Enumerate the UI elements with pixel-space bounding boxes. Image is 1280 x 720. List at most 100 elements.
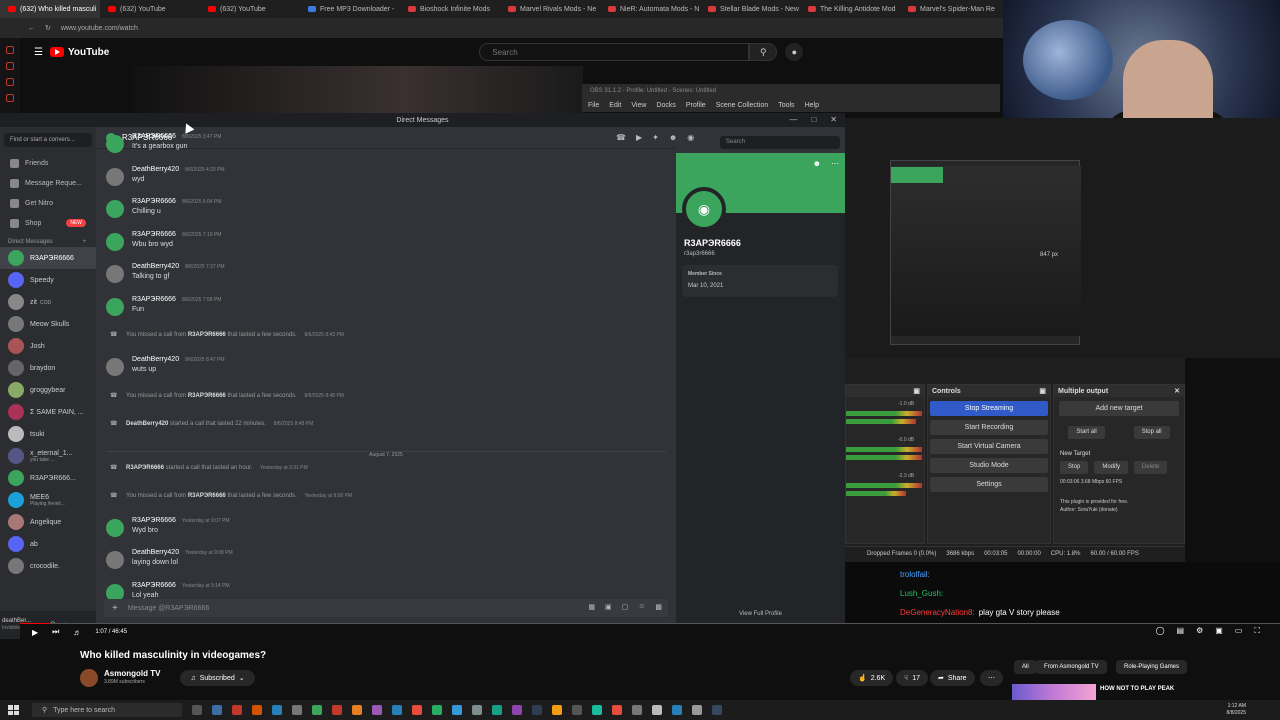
message-author[interactable]: R3APЭR6666 8/6/2025 7:58 PM xyxy=(132,296,221,303)
browser-tab[interactable]: NieR: Automata Mods - N xyxy=(600,0,700,18)
close-icon[interactable]: ✕ xyxy=(1174,387,1180,395)
taskbar-app-icon[interactable] xyxy=(232,705,242,715)
channel-name[interactable]: Asmongold TV xyxy=(104,670,160,678)
add-friends-icon[interactable]: ☻ xyxy=(669,133,677,142)
taskbar-app-icon[interactable] xyxy=(252,705,262,715)
gear-icon[interactable]: ⚙ xyxy=(1196,626,1203,636)
maximize-icon[interactable]: □ xyxy=(811,115,816,124)
gif-icon[interactable]: ▣ xyxy=(605,603,612,611)
dm-item[interactable]: groggybear xyxy=(0,379,96,401)
taskbar-app-icon[interactable] xyxy=(592,705,602,715)
taskbar-app-icon[interactable] xyxy=(372,705,382,715)
search-icon[interactable]: ⚲ xyxy=(749,43,778,61)
url-text[interactable]: www.youtube.com/watch xyxy=(61,25,138,32)
taskbar-app-icon[interactable] xyxy=(512,705,522,715)
studio-mode-button[interactable]: Studio Mode xyxy=(930,458,1048,473)
stop-streaming-button[interactable]: Stop Streaming xyxy=(930,401,1048,416)
address-bar[interactable]: ← ↻ www.youtube.com/watch xyxy=(0,18,1005,38)
browser-tab[interactable]: Marvel's Spider-Man Re xyxy=(900,0,1000,18)
obs-menu-item[interactable]: Tools xyxy=(778,102,794,109)
menu-icon[interactable]: ☰ xyxy=(34,47,43,58)
browser-tab[interactable]: (632) YouTube xyxy=(200,0,300,18)
taskbar-app-icon[interactable] xyxy=(352,705,362,715)
like-button[interactable]: ☝ 2.6K xyxy=(850,670,894,686)
dock-icon[interactable]: ▣ xyxy=(1039,387,1046,395)
avatar[interactable] xyxy=(106,135,124,153)
message-author[interactable]: DeathBerry420 8/6/2025 4:20 PM xyxy=(132,166,225,173)
dm-item[interactable]: tsuki xyxy=(0,423,96,445)
taskbar-app-icon[interactable] xyxy=(612,705,622,715)
more-actions-button[interactable]: ⋯ xyxy=(980,670,1003,686)
video-player[interactable] xyxy=(133,66,583,114)
taskbar-app-icon[interactable] xyxy=(672,705,682,715)
channel-avatar[interactable] xyxy=(80,669,98,687)
recommended-title[interactable]: HOW NOT TO PLAY PEAK xyxy=(1100,686,1174,692)
fullscreen-icon[interactable]: ⛶ xyxy=(1254,626,1260,636)
dislike-button[interactable]: ☟ 17 xyxy=(896,670,929,686)
taskbar-app-icon[interactable] xyxy=(192,705,202,715)
sticker-icon[interactable]: ▢ xyxy=(622,603,629,611)
sidebar-item-0[interactable]: Friends xyxy=(0,153,96,173)
taskbar-search[interactable]: ⚲ Type here to search xyxy=(32,703,182,717)
message-input[interactable]: + Message @R3APЭR6666 ▦ ▣ ▢ ☺ ▩ xyxy=(104,599,668,617)
avatar[interactable] xyxy=(106,265,124,283)
start-virtual-camera-button[interactable]: Start Virtual Camera xyxy=(930,439,1048,454)
obs-menu-item[interactable]: Help xyxy=(805,102,819,109)
dm-item[interactable]: R3APЭR666... xyxy=(0,467,96,489)
volume-icon[interactable]: ♬ xyxy=(73,628,81,637)
taskbar-app-icon[interactable] xyxy=(312,705,322,715)
sidebar-app-icon[interactable] xyxy=(6,62,14,70)
obs-menu-item[interactable]: Scene Collection xyxy=(716,102,769,109)
browser-tab[interactable]: The Killing Antidote Mod xyxy=(800,0,900,18)
obs-menu-item[interactable]: File xyxy=(588,102,599,109)
sidebar-item-2[interactable]: Get Nitro xyxy=(0,193,96,213)
avatar[interactable] xyxy=(106,297,124,316)
obs-preview[interactable] xyxy=(845,118,1280,358)
call-user[interactable]: R3APЭR6666 xyxy=(188,332,226,338)
call-user[interactable]: DeathBerry420 xyxy=(126,421,168,427)
browser-tab[interactable]: Marvel Rivals Mods - Ne xyxy=(500,0,600,18)
profile-icon[interactable]: ◉ xyxy=(687,133,694,142)
obs-menu-item[interactable]: Edit xyxy=(609,102,621,109)
minimize-icon[interactable]: — xyxy=(789,115,797,124)
taskbar-app-icon[interactable] xyxy=(492,705,502,715)
browser-tab[interactable]: Bioshock Infinite Mods xyxy=(400,0,500,18)
add-new-target-button[interactable]: Add new target xyxy=(1059,401,1179,416)
youtube-search-input[interactable]: Search xyxy=(479,43,750,61)
taskbar-app-icon[interactable] xyxy=(572,705,582,715)
profile-avatar[interactable]: ◉ xyxy=(682,187,726,231)
message-author[interactable]: R3APЭR6666 8/6/2025 6:04 PM xyxy=(132,198,221,205)
dm-item[interactable]: Σ SAME PAIN, ... xyxy=(0,401,96,423)
theater-icon[interactable]: ▭ xyxy=(1235,626,1243,636)
taskbar-app-icon[interactable] xyxy=(432,705,442,715)
dm-item[interactable]: zit COD xyxy=(0,291,96,313)
gift-icon[interactable]: ▦ xyxy=(588,603,595,611)
browser-tab[interactable]: (632) YouTube xyxy=(100,0,200,18)
avatar[interactable] xyxy=(106,232,124,251)
message-author[interactable]: R3APЭR6666 8/6/2025 3:47 PM xyxy=(132,133,221,140)
browser-tab[interactable]: (632) Who killed masculi xyxy=(0,0,100,18)
obs-menu-item[interactable]: Docks xyxy=(656,102,675,109)
sidebar-app-icon[interactable] xyxy=(6,94,14,102)
sidebar-app-icon[interactable] xyxy=(6,78,14,86)
taskbar-app-icon[interactable] xyxy=(712,705,722,715)
target-stop-button[interactable]: Stop xyxy=(1060,461,1089,474)
taskbar-app-icon[interactable] xyxy=(392,705,402,715)
avatar[interactable] xyxy=(106,358,124,376)
close-icon[interactable]: ✕ xyxy=(830,115,837,124)
captions-icon[interactable]: ▤ xyxy=(1177,626,1185,636)
reload-icon[interactable]: ↻ xyxy=(45,24,51,32)
play-icon[interactable]: ▶ xyxy=(32,628,38,637)
browser-tab[interactable]: Free MP3 Downloader - xyxy=(300,0,400,18)
taskbar-app-icon[interactable] xyxy=(632,705,642,715)
message-author[interactable]: DeathBerry420 Yesterday at 9:08 PM xyxy=(132,549,233,556)
taskbar-app-icon[interactable] xyxy=(692,705,702,715)
taskbar-app-icon[interactable] xyxy=(212,705,222,715)
message-author[interactable]: R3APЭR6666 Yesterday at 9:14 PM xyxy=(132,582,230,589)
message-author[interactable]: R3APЭR6666 Yesterday at 9:07 PM xyxy=(132,517,230,524)
taskbar-app-icon[interactable] xyxy=(272,705,282,715)
avatar[interactable] xyxy=(106,200,124,218)
chip-role-playing[interactable]: Role-Playing Games xyxy=(1116,660,1188,674)
dm-item[interactable]: ab xyxy=(0,533,96,555)
chat-search-input[interactable]: Search xyxy=(720,136,840,149)
